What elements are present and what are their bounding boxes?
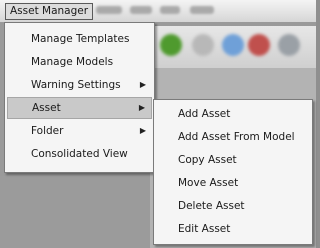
- menu-item-consolidated-view[interactable]: Consolidated View: [7, 143, 152, 165]
- menu-item-label: Warning Settings: [31, 79, 121, 91]
- submenu-item-move-asset[interactable]: Move Asset: [156, 172, 311, 194]
- menu-item-asset[interactable]: Asset ▶: [7, 97, 152, 119]
- menu-bar: Asset Manager: [0, 0, 316, 23]
- menu-item-label: Asset: [32, 102, 61, 114]
- submenu-arrow-icon: ▶: [139, 80, 146, 89]
- submenu-arrow-icon: ▶: [139, 126, 146, 135]
- menu-item-label: Folder: [31, 125, 64, 137]
- asset-submenu: Add Asset Add Asset From Model Copy Asse…: [153, 99, 313, 245]
- menu-item-label: Consolidated View: [31, 148, 128, 160]
- submenu-item-delete-asset[interactable]: Delete Asset: [156, 195, 311, 217]
- toolbar-icon[interactable]: [192, 34, 214, 56]
- menu-item-blurred[interactable]: [130, 6, 152, 14]
- menu-item-blurred[interactable]: [160, 6, 180, 14]
- toolbar-icon[interactable]: [248, 34, 270, 56]
- toolbar-icon[interactable]: [160, 34, 182, 56]
- menu-asset-manager[interactable]: Asset Manager: [5, 3, 94, 20]
- menu-item-label: Manage Templates: [31, 33, 130, 45]
- menu-asset-manager-label: Asset Manager: [10, 5, 89, 17]
- toolbar-icon[interactable]: [278, 34, 300, 56]
- submenu-item-label: Add Asset From Model: [178, 131, 295, 143]
- submenu-item-add-asset-from-model[interactable]: Add Asset From Model: [156, 126, 311, 148]
- content-panel: [0, 176, 150, 248]
- menu-item-folder[interactable]: Folder ▶: [7, 120, 152, 142]
- submenu-item-copy-asset[interactable]: Copy Asset: [156, 149, 311, 171]
- asset-manager-dropdown: Manage Templates Manage Models Warning S…: [4, 22, 155, 173]
- submenu-item-add-asset[interactable]: Add Asset: [156, 103, 311, 125]
- toolbar-icon[interactable]: [222, 34, 244, 56]
- submenu-arrow-icon: ▶: [138, 103, 145, 112]
- menu-item-manage-models[interactable]: Manage Models: [7, 51, 152, 73]
- submenu-item-edit-asset[interactable]: Edit Asset: [156, 218, 311, 240]
- menu-item-warning-settings[interactable]: Warning Settings ▶: [7, 74, 152, 96]
- submenu-item-label: Move Asset: [178, 177, 239, 189]
- submenu-item-label: Edit Asset: [178, 223, 231, 235]
- menu-item-blurred[interactable]: [190, 6, 214, 14]
- menu-item-manage-templates[interactable]: Manage Templates: [7, 28, 152, 50]
- submenu-item-label: Delete Asset: [178, 200, 245, 212]
- submenu-item-label: Copy Asset: [178, 154, 237, 166]
- submenu-item-label: Add Asset: [178, 108, 231, 120]
- menu-item-label: Manage Models: [31, 56, 114, 68]
- menu-item-blurred[interactable]: [96, 6, 122, 14]
